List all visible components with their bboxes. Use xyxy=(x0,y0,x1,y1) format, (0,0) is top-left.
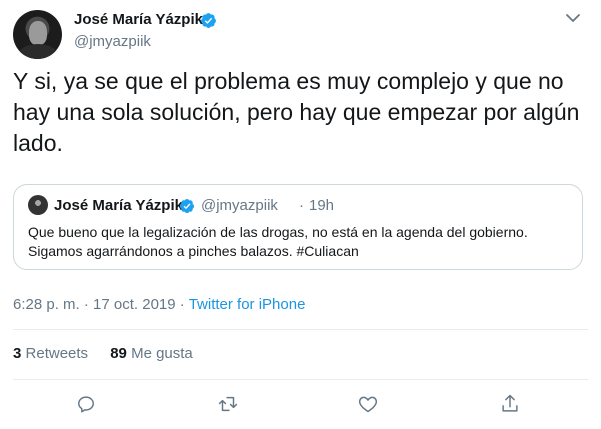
retweets-label: Retweets xyxy=(25,345,89,362)
divider xyxy=(13,329,588,330)
tweet-meta: 6:28 p. m. · 17 oct. 2019 · Twitter for … xyxy=(13,296,305,313)
author-handle[interactable]: @jmyazpiik xyxy=(74,33,151,50)
verified-badge-icon xyxy=(201,13,216,28)
meta-separator: · xyxy=(83,296,89,313)
quoted-text: Que bueno que la legalización de las dro… xyxy=(28,224,528,259)
avatar[interactable] xyxy=(13,10,62,59)
retweets-count: 3 xyxy=(13,345,22,362)
quoted-separator: · xyxy=(299,197,304,214)
quoted-timestamp: 19h xyxy=(309,197,335,214)
avatar-shoulders xyxy=(19,44,57,59)
tweet-source-link[interactable]: Twitter for iPhone xyxy=(189,296,306,313)
quoted-tweet[interactable]: José María Yázpik @jmyazpiik · 19h Que b… xyxy=(13,184,583,270)
divider xyxy=(13,379,588,380)
verified-badge-icon xyxy=(180,199,194,214)
tweet-time[interactable]: 6:28 p. m. xyxy=(13,296,80,313)
heart-icon[interactable] xyxy=(357,393,379,415)
chevron-down-icon[interactable] xyxy=(563,10,583,26)
avatar-face xyxy=(29,21,47,45)
likes-label: Me gusta xyxy=(131,345,193,362)
quoted-avatar xyxy=(28,195,48,215)
likes-count: 89 xyxy=(110,345,127,362)
quoted-author-handle: @jmyazpiik xyxy=(201,197,278,214)
tweet-card: José María Yázpik @jmyazpiik Y si, ya se… xyxy=(0,0,601,429)
author-name[interactable]: José María Yázpik xyxy=(74,11,203,28)
tweet-date[interactable]: 17 oct. 2019 xyxy=(93,296,176,313)
share-icon[interactable] xyxy=(499,393,521,415)
quoted-author-name: José María Yázpik xyxy=(54,197,183,214)
tweet-text: Y si, ya se que el problema es muy compl… xyxy=(13,68,580,156)
retweets-stat[interactable]: 3 Retweets xyxy=(13,345,88,362)
meta-separator: · xyxy=(179,296,185,313)
tweet-actions xyxy=(0,393,601,417)
tweet-stats: 3 Retweets 89 Me gusta xyxy=(13,345,211,362)
retweet-icon[interactable] xyxy=(217,393,239,415)
likes-stat[interactable]: 89 Me gusta xyxy=(110,345,193,362)
reply-icon[interactable] xyxy=(75,393,97,415)
